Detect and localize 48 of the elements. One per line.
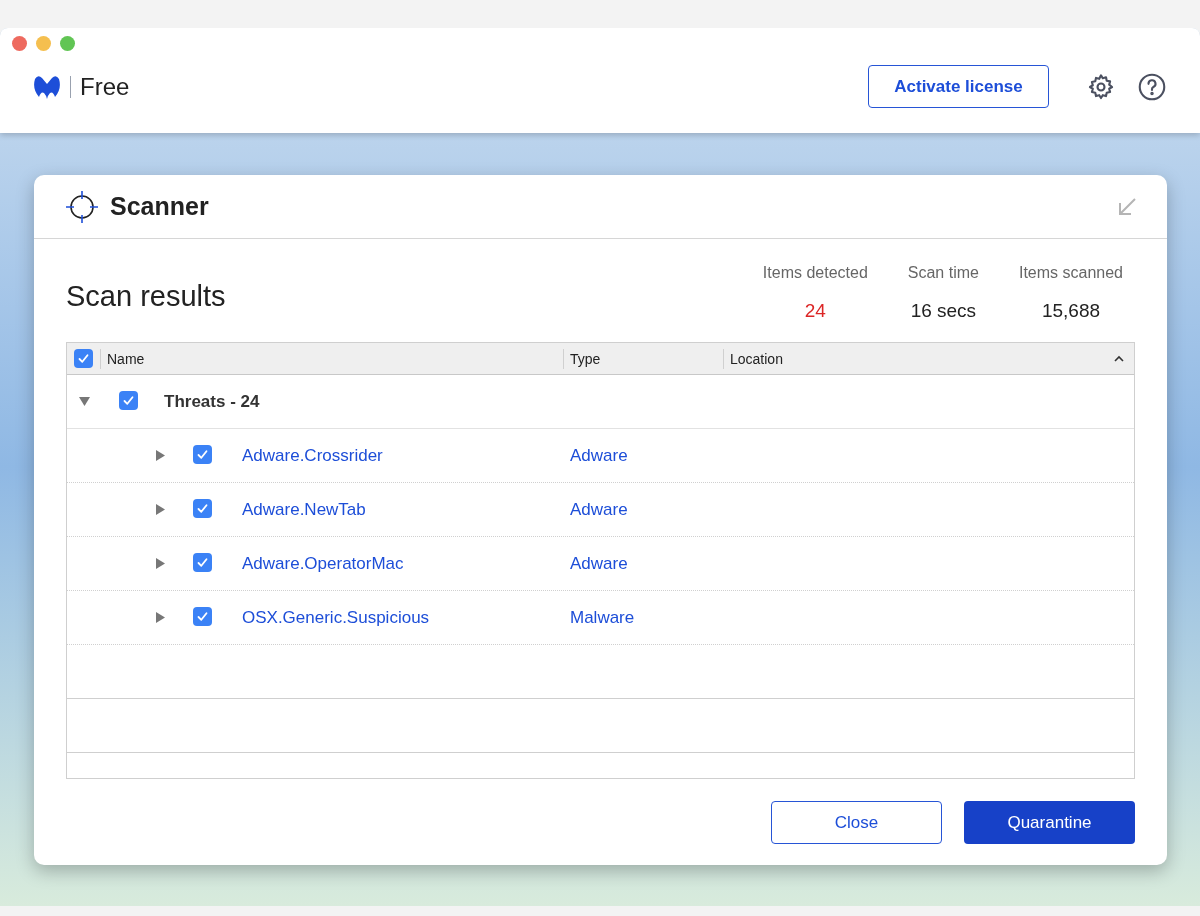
threat-type-link[interactable]: Malware	[570, 604, 635, 631]
column-header[interactable]: Location	[724, 348, 1114, 369]
primary-button[interactable]: Quarantine	[964, 801, 1135, 844]
threat-name-link[interactable]: Adware.Crossrider	[242, 442, 570, 469]
settings-icon[interactable]	[1087, 72, 1115, 101]
scan-results-heading: Scan results	[66, 279, 226, 314]
expanded-triangle-icon[interactable]	[79, 396, 90, 407]
stat-label: Items scanned	[1018, 263, 1123, 283]
checkbox[interactable]	[119, 390, 138, 410]
column-header[interactable]: Type	[564, 348, 724, 369]
stat-value: 16 secs	[910, 299, 977, 323]
logo-icon	[33, 74, 61, 99]
checkbox[interactable]	[193, 498, 212, 518]
threat-type-link[interactable]: Adware	[570, 496, 628, 523]
collapsed-triangle-icon[interactable]	[155, 450, 166, 461]
edition-label: Free	[80, 71, 130, 102]
activate-license-button[interactable]: Activate license	[868, 65, 1049, 108]
column-header[interactable]: Name	[101, 348, 564, 369]
collapsed-triangle-icon[interactable]	[155, 558, 166, 569]
stat-label: Items detected	[762, 263, 868, 283]
stat-label: Scan time	[907, 263, 979, 283]
divider	[70, 75, 71, 98]
checkmark-icon	[196, 501, 209, 515]
group-label: Threats - 24	[164, 390, 260, 413]
help-icon[interactable]	[1138, 72, 1166, 101]
crosshair-icon	[66, 189, 98, 224]
threat-type-link[interactable]: Adware	[570, 550, 628, 577]
stat-value: 15,688	[1041, 299, 1101, 323]
checkbox[interactable]	[74, 349, 93, 368]
checkmark-icon	[196, 447, 209, 461]
checkbox[interactable]	[193, 444, 212, 464]
minimize-arrow-icon[interactable]	[1117, 196, 1137, 217]
threat-type-link[interactable]: Adware	[570, 442, 628, 469]
threat-name-link[interactable]: Adware.OperatorMac	[242, 550, 570, 577]
threat-name-link[interactable]: OSX.Generic.Suspicious	[242, 604, 570, 631]
threat-name-link[interactable]: Adware.NewTab	[242, 496, 570, 523]
checkbox[interactable]	[193, 552, 212, 572]
checkmark-icon	[77, 352, 90, 365]
checkmark-icon	[196, 555, 209, 569]
checkmark-icon	[122, 393, 135, 407]
checkmark-icon	[196, 609, 209, 623]
panel-title: Scanner	[110, 190, 209, 222]
secondary-button[interactable]: Close	[771, 801, 942, 844]
collapsed-triangle-icon[interactable]	[155, 612, 166, 623]
checkbox[interactable]	[193, 606, 212, 626]
collapsed-triangle-icon[interactable]	[155, 504, 166, 515]
sort-chevron-icon[interactable]	[1114, 355, 1124, 362]
stat-value: 24	[804, 299, 826, 323]
